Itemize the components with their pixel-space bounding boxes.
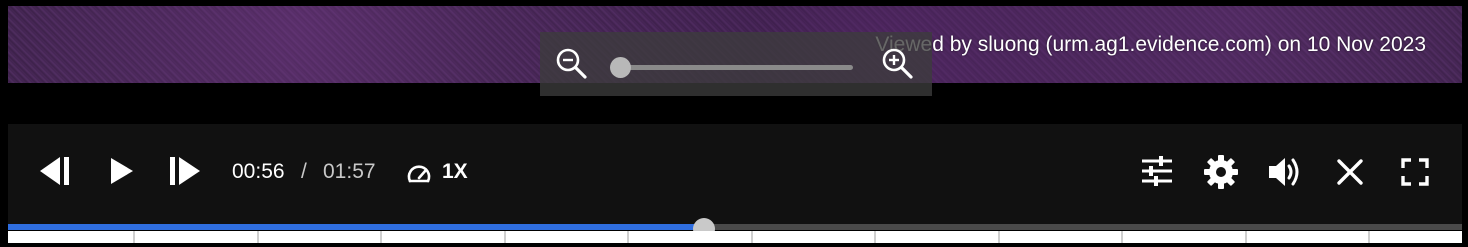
player-control-bar: 00:56 / 01:57 1X [8,124,1462,224]
timeline-tick [256,231,259,243]
viewer-watermark: Viewed by sluong (urm.ag1.evidence.com) … [875,33,1426,56]
timeline-tick [997,231,1000,243]
timeline-tick [874,231,876,243]
video-player: Viewed by sluong (urm.ag1.evidence.com) … [0,0,1468,247]
timeline-tick [750,231,753,243]
zoom-in-icon[interactable] [880,46,916,82]
timeline-tick [1368,231,1370,243]
timeline-tick [133,231,135,243]
seek-bar[interactable] [8,218,1462,243]
zoom-control-panel [540,32,932,96]
gear-icon[interactable] [1203,154,1239,195]
close-icon[interactable] [1336,158,1364,191]
seek-bar-track[interactable] [8,218,1462,240]
timeline-ticks [8,231,1462,243]
zoom-slider-thumb[interactable] [610,57,631,78]
timeline-tick [1121,231,1123,243]
seek-bar-played [8,224,705,230]
zoom-slider[interactable] [610,57,853,78]
timeline-tick [503,231,506,243]
step-forward-icon[interactable] [168,156,202,191]
sliders-icon[interactable] [1140,154,1174,193]
current-time: 00:56 [232,160,285,183]
timeline-tick [380,231,382,243]
total-duration: 01:57 [323,160,376,183]
volume-icon[interactable] [1267,154,1305,195]
fullscreen-icon[interactable] [1401,158,1429,191]
step-back-icon[interactable] [38,156,72,191]
playback-speed-label[interactable]: 1X [442,160,468,184]
speedometer-icon[interactable] [406,162,434,191]
zoom-out-icon[interactable] [554,46,590,82]
timeline-tick [627,231,629,243]
time-separator: / [301,160,307,183]
timeline-tick [1244,231,1247,243]
play-icon[interactable] [109,157,135,190]
